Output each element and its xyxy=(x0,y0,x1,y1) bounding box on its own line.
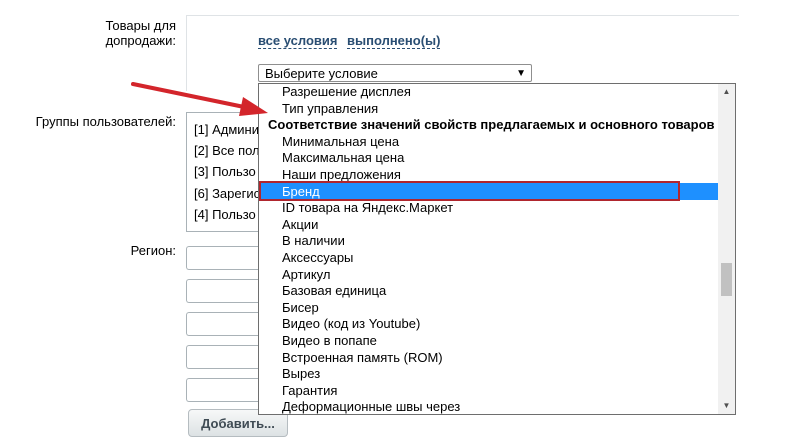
region-input[interactable] xyxy=(186,279,266,303)
dropdown-scrollbar[interactable]: ▲ ▼ xyxy=(718,84,735,414)
user-groups-list[interactable]: [1] Админи [2] Все пол [3] Пользо [6] За… xyxy=(186,112,267,232)
group-item[interactable]: [6] Зарегис xyxy=(194,186,260,201)
all-conditions-link[interactable]: все условия xyxy=(258,33,338,49)
dropdown-option[interactable]: Базовая единица xyxy=(259,282,719,299)
dropdown-option[interactable]: Вырез xyxy=(259,365,719,382)
upsell-label: Товары для допродажи: xyxy=(105,18,176,48)
group-item[interactable]: [4] Пользо xyxy=(194,207,256,222)
condition-dropdown-list[interactable]: Разрешение дисплея Тип управления Соответс… xyxy=(258,83,736,415)
dropdown-option[interactable]: Деформационные швы через xyxy=(259,398,719,414)
dropdown-option[interactable]: Гарантия xyxy=(259,382,719,399)
dropdown-option[interactable]: В наличии xyxy=(259,232,719,249)
region-label: Регион: xyxy=(130,243,176,258)
chevron-down-icon: ▼ xyxy=(516,68,526,79)
dropdown-option-group: Соответствие значений свойств предлагаем… xyxy=(268,117,715,133)
dropdown-option[interactable]: Встроенная память (ROM) xyxy=(259,349,719,366)
dropdown-option[interactable]: Акции xyxy=(259,216,719,233)
scrollbar-thumb[interactable] xyxy=(721,263,732,296)
dropdown-option[interactable]: Максимальная цена xyxy=(259,149,719,166)
dropdown-option[interactable]: Артикул xyxy=(259,266,719,283)
dropdown-option[interactable]: Бренд xyxy=(259,182,719,200)
annotation-arrow-icon xyxy=(131,82,268,116)
group-item[interactable]: [3] Пользо xyxy=(194,164,256,179)
region-input[interactable] xyxy=(186,246,266,270)
dropdown-option[interactable]: Тип управления xyxy=(259,100,719,117)
dropdown-option[interactable]: Видео в попапе xyxy=(259,332,719,349)
region-input[interactable] xyxy=(186,345,266,369)
scroll-up-icon[interactable]: ▲ xyxy=(718,84,735,100)
dropdown-option[interactable]: Минимальная цена xyxy=(259,133,719,150)
group-item[interactable]: [1] Админи xyxy=(194,122,259,137)
condition-select-value: Выберите условие xyxy=(265,66,378,81)
conditions-done-link[interactable]: выполнено(ы) xyxy=(347,33,441,49)
dropdown-option[interactable]: Аксессуары xyxy=(259,249,719,266)
region-input[interactable] xyxy=(186,378,266,402)
dropdown-option[interactable]: Наши предложения xyxy=(259,166,719,183)
dropdown-option[interactable]: Бисер xyxy=(259,299,719,316)
region-input[interactable] xyxy=(186,312,266,336)
group-item[interactable]: [2] Все пол xyxy=(194,143,260,158)
dropdown-option[interactable]: Видео (код из Youtube) xyxy=(259,315,719,332)
dropdown-option[interactable]: ID товара на Яндекс.Маркет xyxy=(259,199,719,216)
scroll-down-icon[interactable]: ▼ xyxy=(718,398,735,414)
condition-select[interactable]: Выберите условие ▼ xyxy=(258,64,532,82)
dropdown-option[interactable]: Разрешение дисплея xyxy=(259,84,719,100)
